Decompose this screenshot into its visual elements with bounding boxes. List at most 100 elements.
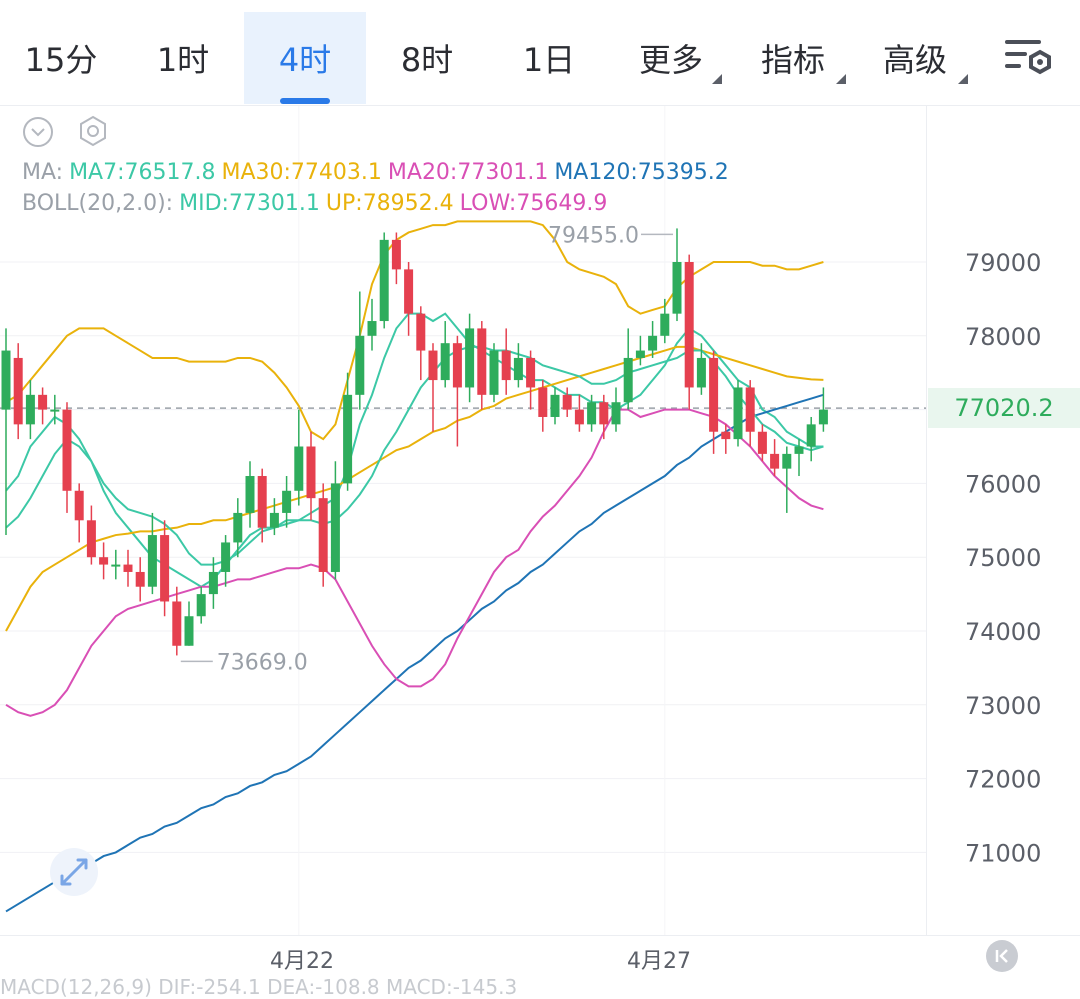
ma20-value: MA20:77301.1 bbox=[387, 160, 549, 185]
candle-down bbox=[86, 520, 96, 558]
tab-1h[interactable]: 1时 bbox=[122, 12, 244, 104]
hexagon-settings-icon[interactable] bbox=[76, 114, 110, 148]
candle-down bbox=[135, 571, 145, 587]
candle-up bbox=[672, 262, 682, 314]
candle-up bbox=[806, 424, 816, 447]
timeframe-tab-bar: 15分 1时 4时 8时 1日 更多 指标 高级 bbox=[0, 0, 1080, 106]
expand-button[interactable] bbox=[50, 848, 98, 896]
tab-15m[interactable]: 15分 bbox=[0, 12, 122, 104]
candle-up bbox=[782, 453, 792, 469]
candle-down bbox=[757, 431, 767, 454]
candle-down bbox=[709, 357, 719, 432]
y-tick-label: 74000 bbox=[965, 618, 1041, 646]
tab-label: 4时 bbox=[278, 41, 332, 79]
x-label-apr27: 4月27 bbox=[627, 949, 691, 974]
candle-up bbox=[196, 594, 206, 617]
candle-up bbox=[587, 402, 597, 425]
candle-up bbox=[1, 350, 11, 410]
candle-up bbox=[111, 564, 121, 567]
boll-legend: BOLL(20,2.0): MID:77301.1 UP:78952.4 LOW:75… bbox=[22, 191, 613, 216]
series-line-ma120 bbox=[5, 393, 824, 913]
skip-to-latest-button[interactable] bbox=[986, 940, 1018, 972]
list-settings-icon[interactable] bbox=[1005, 38, 1055, 80]
ma-legend-prefix: MA: bbox=[22, 160, 64, 185]
candle-up bbox=[50, 409, 60, 412]
ma-legend: MA: MA7:76517.8 MA30:77403.1 MA20:77301.1 MA… bbox=[22, 160, 735, 185]
tab-more[interactable]: 更多 bbox=[610, 12, 732, 104]
tab-8h[interactable]: 8时 bbox=[366, 12, 488, 104]
tab-label: 1日 bbox=[522, 41, 576, 79]
candle-down bbox=[13, 357, 23, 425]
boll-low-value: LOW:75649.9 bbox=[459, 191, 608, 216]
tab-1d[interactable]: 1日 bbox=[488, 12, 610, 104]
candle-down bbox=[770, 453, 780, 469]
candle-up bbox=[343, 394, 353, 484]
high-marker-label: 79455.0 bbox=[548, 223, 639, 248]
candle-up bbox=[465, 328, 475, 388]
candle-down bbox=[391, 239, 401, 270]
current-price-tag: 77020.2 bbox=[928, 388, 1080, 428]
tab-advanced[interactable]: 高级 bbox=[854, 12, 976, 104]
kline-chart-area[interactable]: 79000 78000 76000 75000 74000 73000 72000 71000… bbox=[0, 106, 1080, 985]
candle-down bbox=[745, 387, 755, 432]
expand-arrows-icon bbox=[60, 858, 88, 886]
candle-down bbox=[526, 357, 536, 388]
candle-up bbox=[623, 357, 633, 403]
tab-label: 8时 bbox=[400, 41, 454, 79]
candle-up bbox=[294, 446, 304, 491]
candle-up bbox=[660, 313, 670, 336]
tab-indicators[interactable]: 指标 bbox=[732, 12, 854, 104]
chevron-down-circle-icon[interactable] bbox=[22, 116, 54, 148]
candle-up bbox=[550, 394, 560, 417]
current-price-value: 77020.2 bbox=[954, 394, 1054, 422]
y-tick-label: 72000 bbox=[965, 766, 1041, 794]
candle-up bbox=[611, 402, 621, 425]
candle-down bbox=[452, 343, 462, 388]
y-tick-label: 71000 bbox=[965, 839, 1041, 867]
candle-up bbox=[147, 535, 157, 587]
candle-down bbox=[599, 402, 609, 425]
candle-down bbox=[306, 446, 316, 499]
skip-to-latest-icon bbox=[995, 949, 1008, 963]
candle-up bbox=[733, 387, 743, 440]
candle-up bbox=[648, 335, 658, 351]
candle-down bbox=[428, 350, 438, 381]
candle-up bbox=[245, 476, 255, 513]
tab-4h[interactable]: 4时 bbox=[244, 12, 366, 104]
candle-up bbox=[355, 335, 365, 395]
candle-up bbox=[330, 483, 340, 572]
candle-up bbox=[513, 357, 523, 381]
candle-up bbox=[794, 446, 804, 454]
candle-down bbox=[574, 409, 584, 425]
candle-up bbox=[635, 350, 645, 358]
ma120-value: MA120:75395.2 bbox=[554, 160, 729, 185]
candle-up bbox=[184, 616, 194, 646]
candle-down bbox=[501, 350, 511, 381]
dropdown-triangle-icon bbox=[958, 74, 968, 84]
y-tick-label: 73000 bbox=[965, 692, 1041, 720]
candle-down bbox=[404, 269, 414, 314]
tab-label: 指标 bbox=[760, 41, 825, 79]
x-axis-line bbox=[0, 935, 1080, 936]
candle-down bbox=[74, 490, 84, 521]
candle-down bbox=[721, 431, 731, 440]
x-label-apr22: 4月22 bbox=[270, 949, 334, 974]
candle-down bbox=[318, 498, 328, 572]
y-tick-label: 75000 bbox=[965, 544, 1041, 572]
candle-down bbox=[123, 564, 133, 572]
ma30-value: MA30:77403.1 bbox=[221, 160, 382, 185]
candle-up bbox=[269, 512, 279, 528]
tab-label: 高级 bbox=[882, 41, 947, 79]
candle-down bbox=[684, 262, 694, 388]
candle-down bbox=[257, 476, 267, 528]
low-marker-label: 73669.0 bbox=[217, 650, 308, 675]
y-tick-label: 78000 bbox=[965, 323, 1041, 351]
candle-up bbox=[818, 409, 828, 425]
tab-label: 1时 bbox=[156, 41, 210, 79]
candle-up bbox=[367, 321, 377, 336]
candle-down bbox=[160, 535, 170, 602]
candle-up bbox=[282, 490, 292, 513]
kline-chart[interactable]: 79000 78000 76000 75000 74000 73000 72000 71000… bbox=[0, 106, 1080, 985]
macd-legend-peek: MACD(12,26,9) DIF:-254.1 DEA:-108.8 MACD… bbox=[0, 975, 518, 999]
series-line-boll-up bbox=[5, 220, 824, 441]
